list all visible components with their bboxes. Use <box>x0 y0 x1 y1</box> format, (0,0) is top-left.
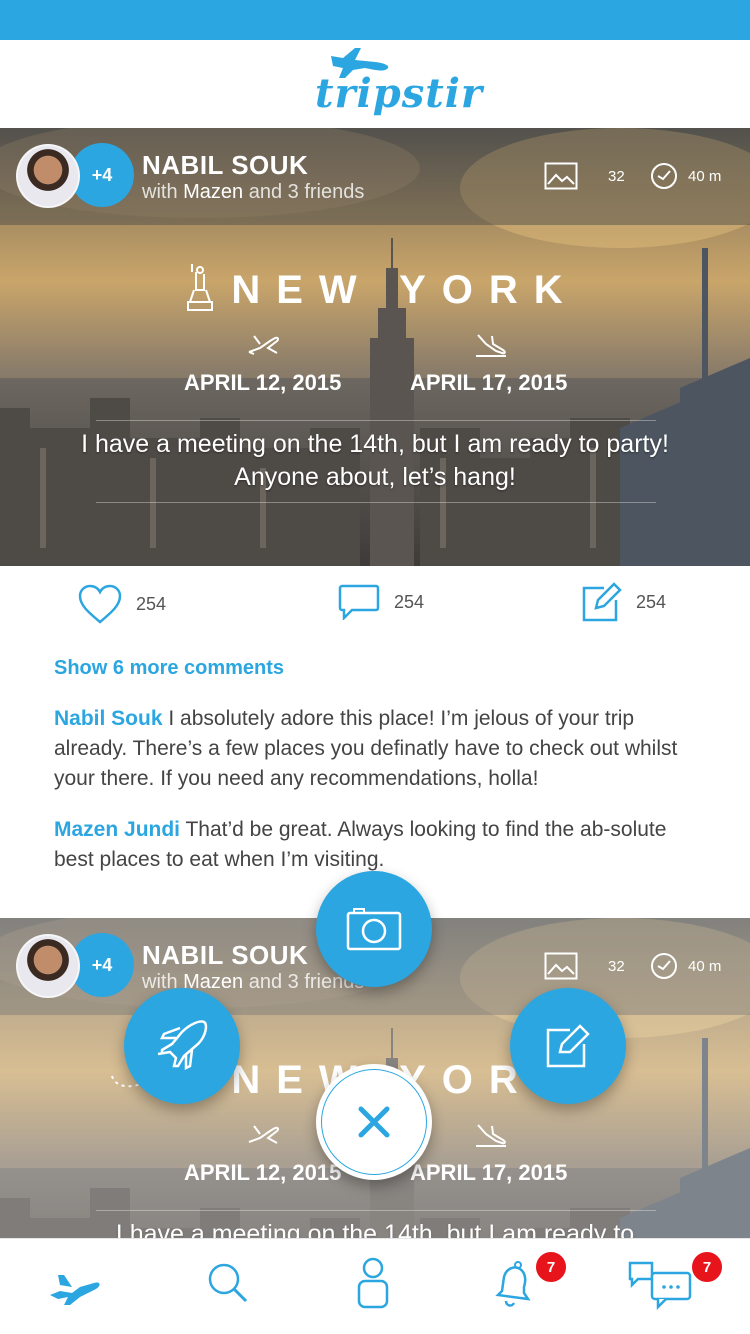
comment-item: Mazen Jundi That’d be great. Always look… <box>54 815 704 875</box>
speech-bubble-icon <box>338 584 380 620</box>
edit-icon <box>582 582 622 622</box>
time-ago-value: 40 m <box>688 167 722 185</box>
departure-date: APRIL 12, 2015 <box>184 370 342 395</box>
edit-count: 254 <box>636 591 667 612</box>
status-bar <box>0 0 750 40</box>
comment-count: 254 <box>394 591 425 612</box>
search-icon <box>208 1263 248 1303</box>
camera-icon <box>346 908 402 951</box>
arrival-date: APRIL 17, 2015 <box>410 370 568 395</box>
post-actions: 254 254 254 <box>0 566 750 646</box>
message-badge: 7 <box>690 1250 724 1284</box>
trip-companions[interactable]: with Mazen and 3 friends <box>142 181 364 204</box>
city-title: NEW YORK <box>231 268 579 312</box>
like-button[interactable]: 254 <box>78 584 166 624</box>
divider <box>96 420 656 421</box>
nav-messages[interactable] <box>628 1261 692 1316</box>
app-name: tripstir <box>315 70 483 117</box>
heart-icon <box>78 584 122 624</box>
comment-button[interactable]: 254 <box>338 584 424 620</box>
show-more-comments-link[interactable]: Show 6 more comments <box>54 657 284 680</box>
add-trip-button[interactable] <box>124 988 240 1104</box>
close-menu-button[interactable] <box>316 1064 432 1180</box>
user-name[interactable]: NABIL SOUK <box>142 150 308 181</box>
profile-icon <box>357 1257 389 1309</box>
plane-icon <box>157 1020 208 1071</box>
app-header: tripstir <box>0 40 750 128</box>
avatar[interactable] <box>16 144 80 208</box>
with-prefix: with <box>142 181 178 203</box>
write-post-button[interactable] <box>510 988 626 1104</box>
with-suffix: and 3 friends <box>248 181 365 203</box>
like-count: 254 <box>136 593 167 614</box>
time-ago: 40 m <box>650 162 721 190</box>
divider <box>96 502 656 503</box>
notification-badge: 7 <box>534 1250 568 1284</box>
image-icon <box>544 162 578 190</box>
close-icon <box>358 1106 390 1138</box>
comment-author[interactable]: Nabil Souk <box>54 707 163 730</box>
app-logo[interactable]: tripstir <box>305 44 482 124</box>
card-header: +4 NABIL SOUK with Mazen and 3 friends 3… <box>0 128 750 225</box>
add-photo-button[interactable] <box>316 871 432 987</box>
nav-home[interactable] <box>46 1265 102 1314</box>
photo-count[interactable]: 32 <box>544 162 625 190</box>
bell-icon <box>495 1261 531 1307</box>
nav-profile[interactable] <box>356 1257 390 1316</box>
arrival-plane-icon <box>476 334 506 357</box>
close-button-ring <box>321 1069 427 1175</box>
clock-icon <box>651 163 677 189</box>
departure-plane-icon <box>248 335 280 355</box>
chat-icon <box>628 1261 692 1311</box>
edit-button[interactable]: 254 <box>582 582 666 622</box>
avatar[interactable] <box>16 934 80 998</box>
edit-icon <box>546 1024 590 1068</box>
nav-notifications[interactable] <box>488 1259 536 1314</box>
comment-author[interactable]: Mazen Jundi <box>54 818 180 841</box>
bottom-nav <box>0 1238 750 1334</box>
trip-message: I have a meeting on the 14th, but I am r… <box>81 430 669 491</box>
companion-name[interactable]: Mazen <box>183 181 243 203</box>
trip-card[interactable]: +4 NABIL SOUK with Mazen and 3 friends 3… <box>0 128 750 566</box>
nav-search[interactable] <box>206 1261 250 1310</box>
comment-item: Nabil Souk I absolutely adore this place… <box>54 704 704 794</box>
photo-count-value: 32 <box>608 167 625 185</box>
plane-icon <box>50 1275 100 1305</box>
